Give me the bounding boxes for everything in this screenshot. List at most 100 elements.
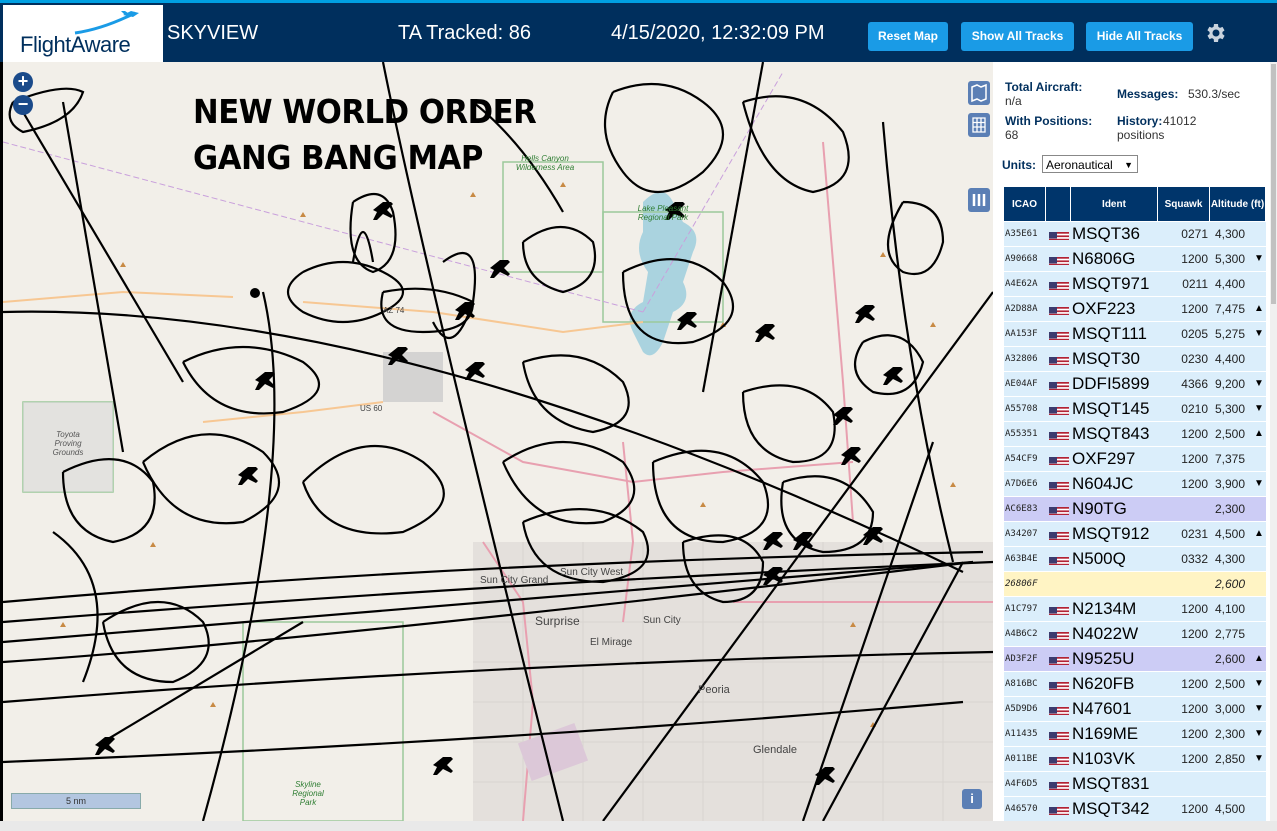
ident-cell: MSQT30 xyxy=(1072,349,1141,368)
units-select[interactable]: Aeronautical ▼ xyxy=(1042,155,1138,173)
table-row[interactable]: AA153F MSQT111 0205 5,275 ▼ xyxy=(1004,322,1266,347)
col-altitude[interactable]: Altitude (ft) xyxy=(1210,187,1266,221)
ident-cell: OXF223 xyxy=(1072,299,1136,318)
trend-indicator: ▲ xyxy=(1254,528,1264,539)
units-label: Units: xyxy=(1002,158,1036,172)
col-ident[interactable]: Ident xyxy=(1071,187,1158,221)
squawk-cell: 1200 xyxy=(1181,252,1208,266)
table-row[interactable]: A7D6E6 N604JC 1200 3,900 ▼ xyxy=(1004,472,1266,497)
icao-cell: A2D88A xyxy=(1005,304,1038,314)
table-row[interactable]: A011BE N103VK 1200 2,850 ▼ xyxy=(1004,747,1266,772)
altitude-cell: 2,600 xyxy=(1215,577,1246,591)
scrollbar-thumb[interactable] xyxy=(1271,64,1276,304)
label-sun-city-grand: Sun City Grand xyxy=(480,575,549,586)
tracked-count: TA Tracked: 86 xyxy=(398,22,532,44)
trend-indicator: ▲ xyxy=(1254,428,1264,439)
icao-cell: A90668 xyxy=(1005,254,1038,264)
icao-cell: A35E61 xyxy=(1005,229,1038,239)
table-row[interactable]: A34207 MSQT912 0231 4,500 ▲ xyxy=(1004,522,1266,547)
bottom-scrollbar[interactable] xyxy=(0,821,1277,831)
squawk-cell: 1200 xyxy=(1181,627,1208,641)
altitude-cell: 3,000 xyxy=(1215,702,1246,716)
gear-icon[interactable] xyxy=(1203,21,1227,45)
table-row[interactable]: AC6E83 N90TG 2,300 xyxy=(1004,497,1266,522)
ident-cell: MSQT342 xyxy=(1072,799,1150,818)
ident-cell: N103VK xyxy=(1072,749,1136,768)
squawk-cell: 1200 xyxy=(1181,752,1208,766)
altitude-cell: 2,500 xyxy=(1215,427,1246,441)
flightaware-logo[interactable]: FlightAware xyxy=(3,5,163,63)
icao-cell: A32806 xyxy=(1005,354,1038,364)
datetime: 4/15/2020, 12:32:09 PM xyxy=(611,22,825,44)
altitude-cell: 4,300 xyxy=(1215,227,1246,241)
col-icao[interactable]: ICAO xyxy=(1004,187,1046,221)
table-row[interactable]: A1C797 N2134M 1200 4,100 xyxy=(1004,597,1266,622)
reset-map-button[interactable]: Reset Map xyxy=(868,22,948,51)
table-row[interactable]: A816BC N620FB 1200 2,500 ▼ xyxy=(1004,672,1266,697)
ident-cell: N500Q xyxy=(1072,549,1126,568)
table-row[interactable]: AE04AF DDFI5899 4366 9,200 ▼ xyxy=(1004,372,1266,397)
squawk-cell: 1200 xyxy=(1181,727,1208,741)
label-glendale: Glendale xyxy=(753,744,798,756)
us-flag-icon xyxy=(1049,453,1069,465)
info-button[interactable]: i xyxy=(962,789,982,809)
table-row[interactable]: A2D88A OXF223 1200 7,475 ▲ xyxy=(1004,297,1266,322)
table-row[interactable]: A55708 MSQT145 0210 5,300 ▼ xyxy=(1004,397,1266,422)
table-row[interactable]: 26806F 2,600 xyxy=(1004,572,1266,597)
table-row[interactable]: A46570 MSQT342 1200 4,500 xyxy=(1004,797,1266,821)
icao-cell: AA153F xyxy=(1005,329,1038,339)
icao-cell: A4E62A xyxy=(1005,279,1038,289)
col-flag[interactable] xyxy=(1046,187,1071,221)
table-row[interactable]: A63B4E N500Q 0332 4,300 xyxy=(1004,547,1266,572)
table-row[interactable]: A4B6C2 N4022W 1200 2,775 xyxy=(1004,622,1266,647)
altitude-cell: 7,375 xyxy=(1215,452,1246,466)
trend-indicator: ▼ xyxy=(1254,703,1264,714)
us-flag-icon xyxy=(1049,478,1069,490)
icao-cell: A011BE xyxy=(1005,754,1038,764)
altitude-cell: 4,400 xyxy=(1215,277,1246,291)
show-all-tracks-button[interactable]: Show All Tracks xyxy=(961,22,1074,51)
trend-indicator: ▲ xyxy=(1254,653,1264,664)
hide-all-tracks-button[interactable]: Hide All Tracks xyxy=(1086,22,1193,51)
squawk-cell: 0210 xyxy=(1181,402,1208,416)
label-skyline: Skyline Regional Park xyxy=(292,780,324,807)
zoom-out-button[interactable]: − xyxy=(13,95,33,115)
us-flag-icon xyxy=(1049,528,1069,540)
altitude-cell: 4,100 xyxy=(1215,602,1246,616)
label-peoria: Peoria xyxy=(698,684,730,696)
map-layer-button[interactable] xyxy=(968,81,990,105)
map-view[interactable]: + − NEW WORLD ORDER GANG BANG MAP Sun Ci… xyxy=(3,62,993,821)
table-row[interactable]: A11435 N169ME 1200 2,300 ▼ xyxy=(1004,722,1266,747)
col-squawk[interactable]: Squawk xyxy=(1158,187,1210,221)
icao-cell: A55708 xyxy=(1005,404,1038,414)
zoom-in-button[interactable]: + xyxy=(13,72,33,92)
chevron-down-icon: ▼ xyxy=(1124,160,1133,170)
table-row[interactable]: A5D9D6 N47601 1200 3,000 ▼ xyxy=(1004,697,1266,722)
map-title-line2: GANG BANG MAP xyxy=(193,138,483,177)
altitude-cell: 2,500 xyxy=(1215,677,1246,691)
ident-cell: N6806G xyxy=(1072,249,1136,268)
table-row[interactable]: AD3F2F N9525U 2,600 ▲ xyxy=(1004,647,1266,672)
us-flag-icon xyxy=(1049,303,1069,315)
table-row[interactable]: A55351 MSQT843 1200 2,500 ▲ xyxy=(1004,422,1266,447)
table-row[interactable]: A4F6D5 MSQT831 xyxy=(1004,772,1266,797)
icao-cell: A7D6E6 xyxy=(1005,479,1038,489)
panel-scrollbar[interactable] xyxy=(1270,62,1277,821)
squawk-cell: 4366 xyxy=(1181,377,1208,391)
table-row[interactable]: A35E61 MSQT36 0271 4,300 xyxy=(1004,222,1266,247)
squawk-cell xyxy=(1176,772,1208,796)
panel-toggle-button[interactable] xyxy=(968,188,990,212)
table-row[interactable]: A54CF9 OXF297 1200 7,375 xyxy=(1004,447,1266,472)
ident-cell: N9525U xyxy=(1072,649,1135,668)
us-flag-icon xyxy=(1049,253,1069,265)
altitude-cell: 2,300 xyxy=(1215,502,1246,516)
squawk-cell: 1200 xyxy=(1181,477,1208,491)
icao-cell: AC6E83 xyxy=(1005,504,1038,514)
table-row[interactable]: A32806 MSQT30 0230 4,400 xyxy=(1004,347,1266,372)
grid-toggle-button[interactable] xyxy=(968,113,990,137)
icao-cell: A63B4E xyxy=(1005,554,1038,564)
table-row[interactable]: A4E62A MSQT971 0211 4,400 xyxy=(1004,272,1266,297)
table-row[interactable]: A90668 N6806G 1200 5,300 ▼ xyxy=(1004,247,1266,272)
altitude-cell: 5,275 xyxy=(1215,327,1246,341)
label-lake-pleasant: Lake Pleasant Regional Park xyxy=(637,204,689,222)
